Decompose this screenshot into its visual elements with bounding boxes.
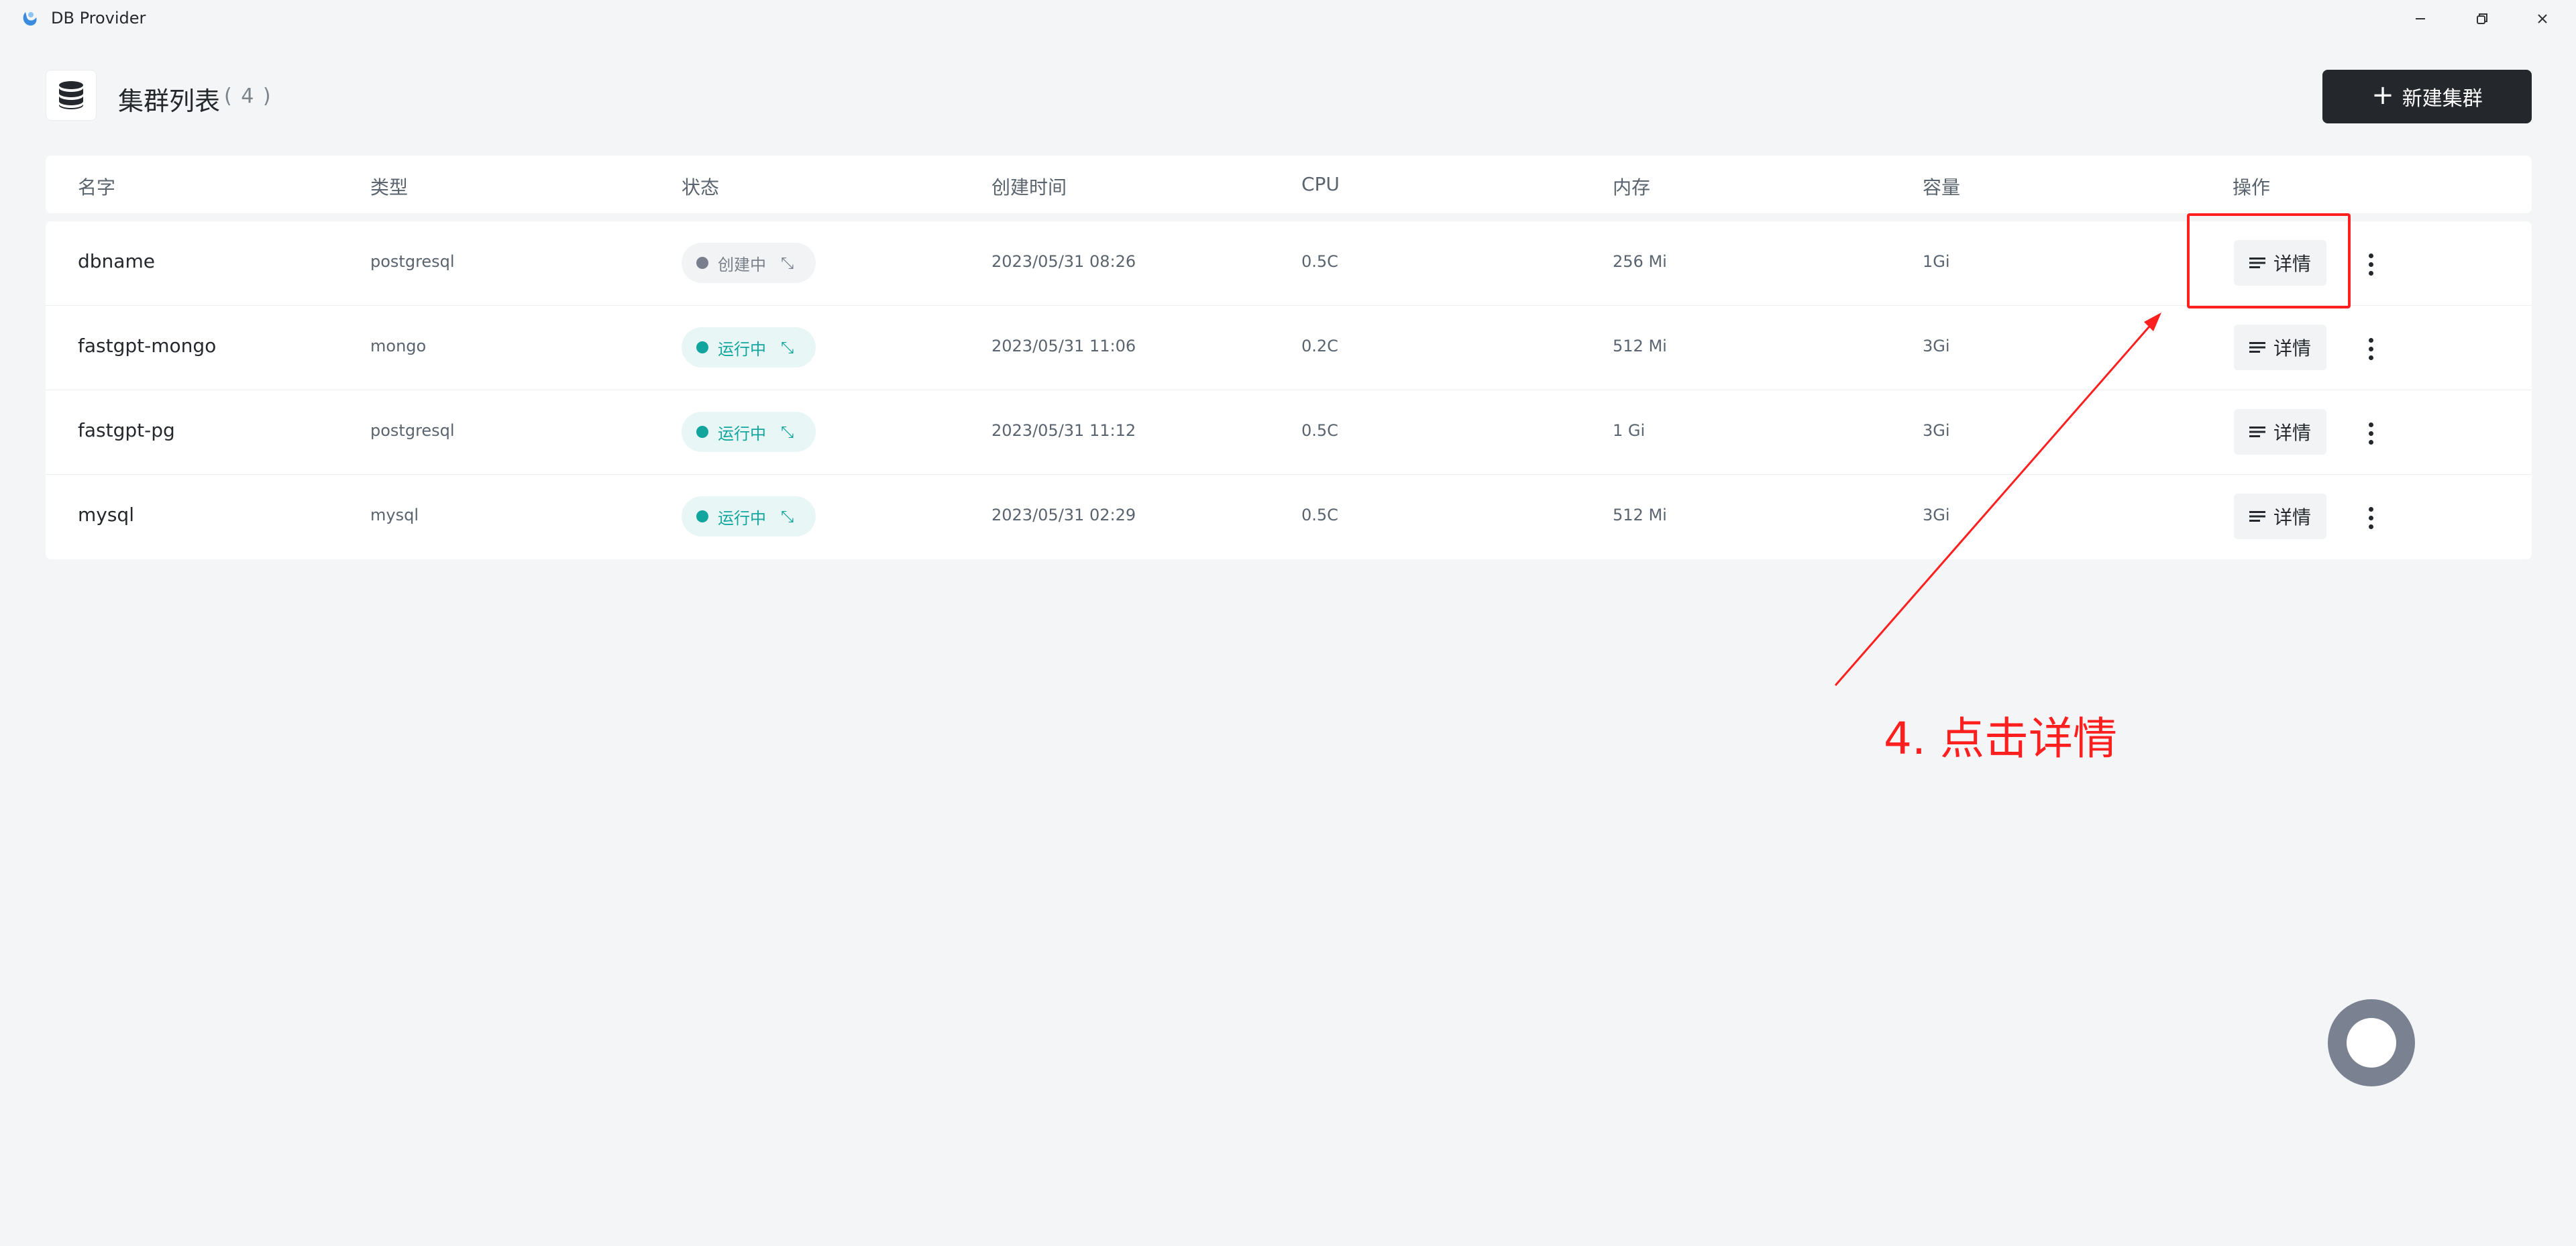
app-logo-icon <box>23 12 37 26</box>
more-options-button[interactable] <box>2357 244 2384 284</box>
column-header-status: 状态 <box>682 176 720 199</box>
more-options-button[interactable] <box>2357 498 2384 538</box>
floating-assistant-button[interactable] <box>2328 999 2415 1086</box>
database-icon <box>59 81 83 109</box>
detail-button[interactable]: 详情 <box>2234 409 2326 455</box>
status-badge: 运行中 ⤡ <box>682 496 816 536</box>
status-dot <box>696 257 708 269</box>
memory-value: 512 Mi <box>1613 506 1667 524</box>
cluster-type: postgresql <box>370 421 455 440</box>
created-time: 2023/05/31 08:26 <box>991 252 1136 271</box>
table-header: 名字 类型 状态 创建时间 CPU 内存 容量 操作 <box>46 156 2532 213</box>
vertical-dots-icon <box>2368 253 2373 258</box>
vertical-dots-icon <box>2368 506 2373 512</box>
column-header-name: 名字 <box>78 176 116 199</box>
detail-button[interactable]: 详情 <box>2234 325 2326 370</box>
cpu-value: 0.5C <box>1301 506 1338 524</box>
storage-value: 3Gi <box>1923 421 1950 440</box>
minimize-icon <box>2416 18 2425 19</box>
memory-value: 1 Gi <box>1613 421 1646 440</box>
cluster-name[interactable]: mysql <box>78 504 134 526</box>
status-dot <box>696 426 708 438</box>
created-time: 2023/05/31 11:06 <box>991 337 1136 355</box>
list-lines-icon <box>2249 511 2265 522</box>
table-row[interactable]: fastgpt-pg postgresql 运行中 ⤡ 2023/05/31 1… <box>46 390 2532 475</box>
list-lines-icon <box>2249 342 2265 353</box>
table-row[interactable]: dbname postgresql 创建中 ⤡ 2023/05/31 08:26… <box>46 221 2532 306</box>
status-badge: 运行中 ⤡ <box>682 412 816 452</box>
memory-value: 512 Mi <box>1613 337 1667 355</box>
minimize-button[interactable] <box>2400 5 2440 32</box>
memory-value: 256 Mi <box>1613 252 1667 271</box>
floating-ball-icon <box>2347 1018 2396 1068</box>
storage-value: 1Gi <box>1923 252 1950 271</box>
new-cluster-button[interactable]: + 新建集群 <box>2322 70 2532 123</box>
loading-arrows-icon: ⤡ <box>781 507 794 526</box>
window-title: DB Provider <box>51 9 146 27</box>
page-title: 集群列表 <box>118 87 221 116</box>
status-badge: 创建中 ⤡ <box>682 243 816 283</box>
detail-label: 详情 <box>2273 506 2311 528</box>
column-header-cpu: CPU <box>1301 173 1340 195</box>
column-header-memory: 内存 <box>1613 176 1651 199</box>
cluster-name[interactable]: dbname <box>78 250 155 272</box>
table-row[interactable]: mysql mysql 运行中 ⤡ 2023/05/31 02:29 0.5C … <box>46 475 2532 559</box>
loading-arrows-icon: ⤡ <box>781 338 794 357</box>
cluster-name[interactable]: fastgpt-mongo <box>78 335 216 357</box>
cluster-name[interactable]: fastgpt-pg <box>78 419 175 441</box>
list-lines-icon <box>2249 427 2265 437</box>
status-label: 运行中 <box>718 339 766 359</box>
storage-value: 3Gi <box>1923 337 1950 355</box>
detail-label: 详情 <box>2273 422 2311 444</box>
table-row[interactable]: fastgpt-mongo mongo 运行中 ⤡ 2023/05/31 11:… <box>46 306 2532 390</box>
detail-label: 详情 <box>2273 337 2311 359</box>
annotation-text: 4. 点击详情 <box>1884 713 2117 764</box>
annotation-highlight-box <box>2187 213 2351 308</box>
cluster-type: mongo <box>370 337 427 355</box>
status-label: 创建中 <box>718 255 766 274</box>
loading-arrows-icon: ⤡ <box>781 422 794 441</box>
new-cluster-label: 新建集群 <box>2402 87 2483 111</box>
column-header-type: 类型 <box>370 176 409 199</box>
detail-button[interactable]: 详情 <box>2234 494 2326 539</box>
cluster-type: postgresql <box>370 252 455 271</box>
cluster-table: dbname postgresql 创建中 ⤡ 2023/05/31 08:26… <box>46 221 2532 559</box>
restore-icon <box>2477 13 2487 24</box>
cpu-value: 0.2C <box>1301 337 1338 355</box>
more-options-button[interactable] <box>2357 413 2384 453</box>
status-label: 运行中 <box>718 508 766 528</box>
created-time: 2023/05/31 11:12 <box>991 421 1136 440</box>
status-badge: 运行中 ⤡ <box>682 327 816 367</box>
column-header-storage: 容量 <box>1923 176 1961 199</box>
status-dot <box>696 341 708 353</box>
close-button[interactable] <box>2522 5 2563 32</box>
plus-icon: + <box>2371 80 2394 111</box>
storage-value: 3Gi <box>1923 506 1950 524</box>
cluster-type: mysql <box>370 506 419 524</box>
vertical-dots-icon <box>2368 337 2373 343</box>
column-header-created: 创建时间 <box>991 176 1067 199</box>
restore-button[interactable] <box>2462 5 2502 32</box>
database-icon-tile <box>46 70 97 121</box>
more-options-button[interactable] <box>2357 329 2384 369</box>
created-time: 2023/05/31 02:29 <box>991 506 1136 524</box>
cpu-value: 0.5C <box>1301 421 1338 440</box>
status-label: 运行中 <box>718 424 766 443</box>
column-header-actions: 操作 <box>2233 176 2271 199</box>
cpu-value: 0.5C <box>1301 252 1338 271</box>
cluster-count: ( 4 ) <box>224 84 272 108</box>
status-dot <box>696 510 708 522</box>
close-icon <box>2538 14 2547 23</box>
loading-arrows-icon: ⤡ <box>781 253 794 272</box>
window-titlebar: DB Provider <box>0 0 2576 38</box>
vertical-dots-icon <box>2368 422 2373 427</box>
